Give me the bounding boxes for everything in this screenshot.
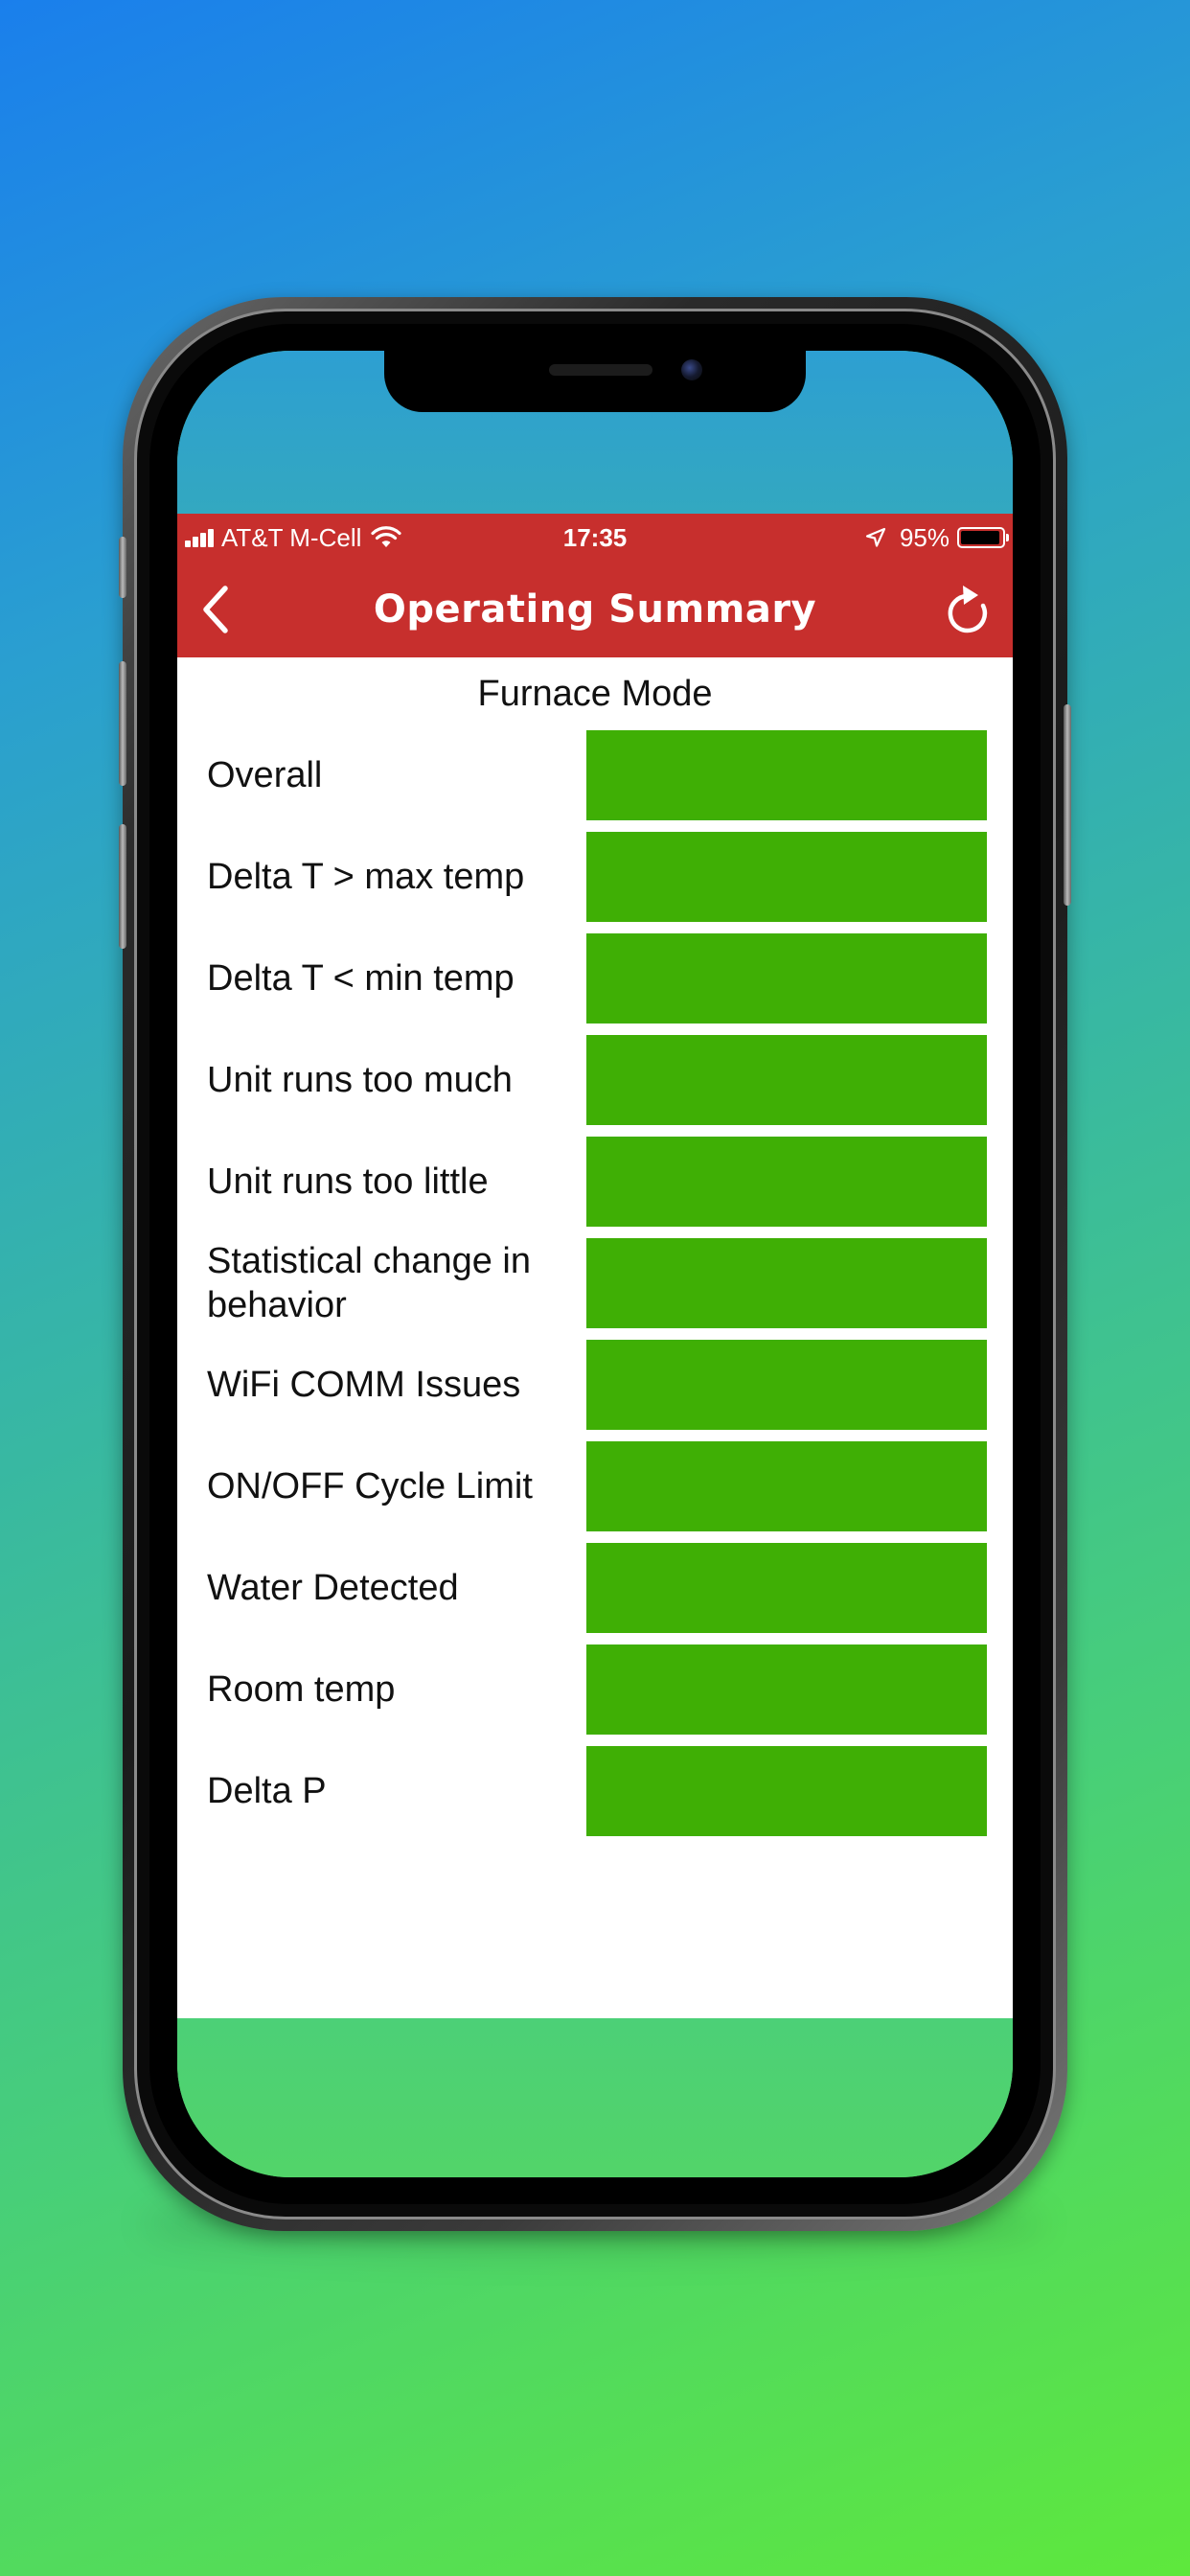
phone-screen: AT&T M-Cell 17:35 95% Operating Summary … <box>177 351 1013 2177</box>
status-indicator[interactable] <box>586 1340 987 1430</box>
status-row-label: Delta P <box>207 1771 327 1811</box>
status-right: 95% <box>865 522 1009 552</box>
status-list: Overall Delta T > max temp Delta T < min t… <box>177 730 1013 1848</box>
mode-title: Furnace Mode <box>477 674 713 714</box>
status-indicator[interactable] <box>586 933 987 1024</box>
app-view: AT&T M-Cell 17:35 95% Operating Summary … <box>177 514 1013 2018</box>
power-button <box>1064 704 1071 906</box>
status-indicator[interactable] <box>586 1543 987 1633</box>
front-camera <box>681 359 702 380</box>
location-arrow-icon <box>865 527 886 547</box>
battery-icon <box>957 527 1009 548</box>
status-row: Overall <box>177 730 1013 832</box>
back-button[interactable] <box>187 581 244 638</box>
status-row-label: Water Detected <box>207 1568 459 1608</box>
status-bar: AT&T M-Cell 17:35 95% <box>177 514 1013 562</box>
status-row-label: ON/OFF Cycle Limit <box>207 1466 533 1506</box>
volume-down-button <box>119 824 126 949</box>
nav-bar: Operating Summary <box>177 562 1013 657</box>
chevron-left-icon <box>203 586 228 633</box>
status-row: Delta T > max temp <box>177 832 1013 933</box>
status-row-label: Delta T < min temp <box>207 958 515 999</box>
status-row: Water Detected <box>177 1543 1013 1644</box>
status-indicator[interactable] <box>586 1644 987 1735</box>
status-row-label: Statistical change in behavior <box>207 1241 531 1325</box>
speaker-grille <box>549 364 652 376</box>
status-row-label: Delta T > max temp <box>207 857 525 897</box>
status-row: Statistical change in behavior <box>177 1238 1013 1340</box>
refresh-button[interactable] <box>936 579 997 640</box>
status-indicator[interactable] <box>586 730 987 820</box>
volume-up-button <box>119 661 126 786</box>
status-indicator[interactable] <box>586 1137 987 1227</box>
status-row: Delta P <box>177 1746 1013 1848</box>
status-indicator[interactable] <box>586 1441 987 1531</box>
status-indicator[interactable] <box>586 1035 987 1125</box>
status-row-label: Unit runs too little <box>207 1162 489 1202</box>
status-row: Delta T < min temp <box>177 933 1013 1035</box>
battery-fill <box>961 531 999 544</box>
notch <box>384 351 806 412</box>
status-row: Unit runs too much <box>177 1035 1013 1137</box>
status-row: Unit runs too little <box>177 1137 1013 1238</box>
status-indicator[interactable] <box>586 1746 987 1836</box>
status-indicator[interactable] <box>586 832 987 922</box>
status-row-label: WiFi COMM Issues <box>207 1365 521 1405</box>
status-row-label: Unit runs too much <box>207 1060 513 1100</box>
status-row: ON/OFF Cycle Limit <box>177 1441 1013 1543</box>
status-indicator[interactable] <box>586 1238 987 1328</box>
mute-switch <box>119 537 126 598</box>
refresh-icon <box>948 586 988 633</box>
status-row: WiFi COMM Issues <box>177 1340 1013 1441</box>
battery-percent: 95% <box>899 522 950 552</box>
battery-tip <box>1006 534 1009 541</box>
screen-bottom-area <box>177 2018 1013 2177</box>
page-title: Operating Summary <box>373 587 817 632</box>
status-row-label: Overall <box>207 755 323 795</box>
status-row-label: Room temp <box>207 1669 396 1710</box>
status-row: Room temp <box>177 1644 1013 1746</box>
